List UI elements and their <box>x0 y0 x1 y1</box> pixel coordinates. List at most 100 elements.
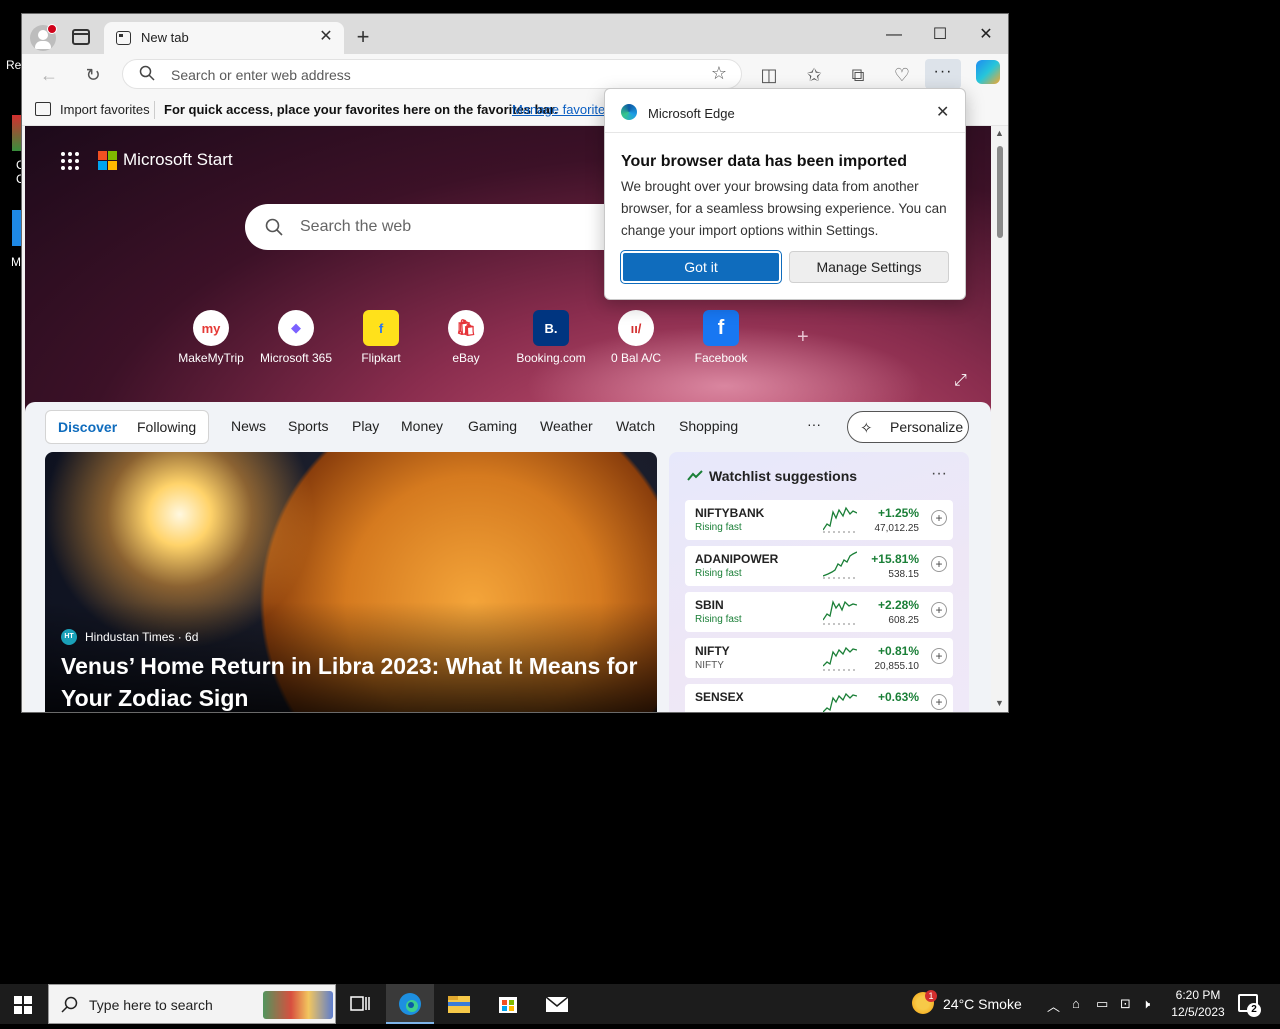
stock-row[interactable]: NIFTY NIFTY +0.81% 20,855.10 + <box>685 638 953 678</box>
browser-essentials-icon[interactable]: ♡ <box>889 62 915 88</box>
divider <box>605 132 965 133</box>
copilot-icon[interactable] <box>976 60 1000 84</box>
maximize-button[interactable]: ☐ <box>920 20 960 50</box>
add-quick-link-button[interactable]: + <box>797 326 809 349</box>
battery-icon[interactable]: ▭ <box>1096 996 1108 1012</box>
tab-watch[interactable]: Watch <box>616 418 655 434</box>
add-to-watchlist-button[interactable]: + <box>931 510 947 526</box>
stock-row[interactable]: SENSEX +0.63% + <box>685 684 953 712</box>
address-bar[interactable]: Search or enter web address ☆ <box>122 59 742 89</box>
add-to-watchlist-button[interactable]: + <box>931 556 947 572</box>
stock-subtitle: NIFTY <box>695 660 724 671</box>
quick-link-flipkart[interactable]: f Flipkart <box>336 310 426 365</box>
add-to-watchlist-button[interactable]: + <box>931 648 947 664</box>
personalize-button[interactable]: ✧ Personalize <box>847 411 969 443</box>
store-icon <box>499 997 517 1013</box>
windows-start-icon[interactable] <box>14 996 32 1014</box>
microsoft-store-button[interactable] <box>484 984 532 1024</box>
minimize-button[interactable]: — <box>874 20 914 50</box>
stock-price: 538.15 <box>888 569 919 580</box>
network-icon[interactable]: ⊡ <box>1120 996 1131 1012</box>
quick-link-makemytrip[interactable]: my MakeMyTrip <box>166 310 256 365</box>
tab-strip: New tab ✕ + — ☐ ✕ <box>22 14 1008 54</box>
collections-icon[interactable]: ⧉ <box>845 62 871 88</box>
tab-discover[interactable]: Discover <box>58 419 117 435</box>
booking-icon: B. <box>533 310 569 346</box>
profile-avatar[interactable] <box>30 24 57 51</box>
tab-shopping[interactable]: Shopping <box>679 418 738 434</box>
import-favorites-button[interactable]: Import favorites <box>60 102 150 117</box>
app-launcher-icon[interactable] <box>61 152 79 170</box>
task-view-icon <box>350 996 370 1011</box>
quick-link-0-bal-ac[interactable]: ıı/ 0 Bal A/C <box>591 310 681 365</box>
taskbar: Type here to search 1 24°C Smoke ︿ ⌂ ▭ ⊡… <box>0 984 1280 1024</box>
stock-change: +0.81% <box>877 644 919 658</box>
refresh-icon[interactable]: ↻ <box>80 62 106 88</box>
scroll-down-icon[interactable]: ▼ <box>995 698 1004 708</box>
sparkline-chart <box>823 551 857 579</box>
stock-row[interactable]: ADANIPOWER Rising fast +15.81% 538.15 + <box>685 546 953 586</box>
dialog-body: We brought over your browsing data from … <box>621 179 947 238</box>
favorites-icon[interactable]: ✩ <box>801 62 827 88</box>
mail-icon <box>545 996 569 1012</box>
edge-taskbar-button[interactable] <box>386 984 434 1024</box>
chevron-up-icon[interactable]: ︿ <box>1047 996 1060 1015</box>
new-tab-button[interactable]: + <box>352 26 374 48</box>
expand-icon[interactable]: ⤢ <box>954 372 967 390</box>
quick-link-booking[interactable]: B. Booking.com <box>506 310 596 365</box>
hero-article-card[interactable]: HT Hindustan Times · 6d Venus’ Home Retu… <box>45 452 657 712</box>
article-headline[interactable]: Venus’ Home Return in Libra 2023: What I… <box>61 650 651 712</box>
manage-settings-button[interactable]: Manage Settings <box>789 251 949 283</box>
file-explorer-button[interactable] <box>435 984 483 1024</box>
close-window-button[interactable]: ✕ <box>966 20 1006 50</box>
stock-subtitle: Rising fast <box>695 568 742 579</box>
tab-weather[interactable]: Weather <box>540 418 593 434</box>
web-search-input[interactable]: Search the web <box>245 204 665 250</box>
tab-gaming[interactable]: Gaming <box>468 418 517 434</box>
quick-link-microsoft-365[interactable]: ◆ Microsoft 365 <box>251 310 341 365</box>
search-icon <box>139 65 155 81</box>
manage-favorites-link[interactable]: Manage favorites <box>512 102 612 117</box>
watchlist-more-button[interactable]: ··· <box>931 465 947 483</box>
tab-money[interactable]: Money <box>401 418 443 434</box>
taskbar-clock[interactable]: 6:20 PM 12/5/2023 <box>1166 987 1230 1021</box>
add-to-watchlist-button[interactable]: + <box>931 602 947 618</box>
mail-button[interactable] <box>533 984 581 1024</box>
got-it-button[interactable]: Got it <box>620 250 782 284</box>
task-view-button[interactable] <box>336 984 384 1024</box>
feed-more-button[interactable]: ··· <box>807 416 821 432</box>
page-scrollbar[interactable]: ▲ ▼ <box>992 126 1008 712</box>
volume-muted-icon[interactable]: 🕨 <box>1142 996 1150 1012</box>
add-to-watchlist-button[interactable]: + <box>931 694 947 710</box>
meet-now-icon[interactable]: ⌂ <box>1072 996 1080 1011</box>
split-screen-icon[interactable]: ◫ <box>756 62 782 88</box>
settings-more-button[interactable]: ··· <box>925 59 961 89</box>
close-icon[interactable]: ✕ <box>936 102 949 122</box>
facebook-icon: f <box>703 310 739 346</box>
scrollbar-thumb[interactable] <box>997 146 1003 238</box>
import-favorites-icon <box>35 102 51 116</box>
favorite-star-icon[interactable]: ☆ <box>711 63 727 84</box>
tab-actions-icon[interactable] <box>72 29 90 45</box>
tab-news[interactable]: News <box>231 418 266 434</box>
tab-new-tab[interactable]: New tab ✕ <box>104 22 344 54</box>
quick-link-ebay[interactable]: 🛍 eBay <box>421 310 511 365</box>
quick-link-label: 0 Bal A/C <box>610 351 662 365</box>
stock-row[interactable]: NIFTYBANK Rising fast +1.25% 47,012.25 + <box>685 500 953 540</box>
stock-change: +2.28% <box>877 598 919 612</box>
weather-text[interactable]: 24°C Smoke <box>943 996 1022 1012</box>
quick-link-facebook[interactable]: f Facebook <box>676 310 766 365</box>
news-feed: Discover Following News Sports Play Mone… <box>25 402 991 712</box>
tab-following[interactable]: Following <box>137 419 196 435</box>
tab-close-icon[interactable]: ✕ <box>316 27 336 47</box>
stock-symbol: NIFTY <box>695 644 730 658</box>
microsoft-365-icon: ◆ <box>278 310 314 346</box>
quick-link-label: Facebook <box>694 351 748 365</box>
tab-sports[interactable]: Sports <box>288 418 328 434</box>
stock-row[interactable]: SBIN Rising fast +2.28% 608.25 + <box>685 592 953 632</box>
dialog-title: Your browser data has been imported <box>621 153 907 170</box>
scroll-up-icon[interactable]: ▲ <box>995 128 1004 138</box>
taskbar-search-input[interactable]: Type here to search <box>48 984 336 1024</box>
tab-play[interactable]: Play <box>352 418 379 434</box>
back-arrow-icon[interactable]: ← <box>36 62 62 88</box>
